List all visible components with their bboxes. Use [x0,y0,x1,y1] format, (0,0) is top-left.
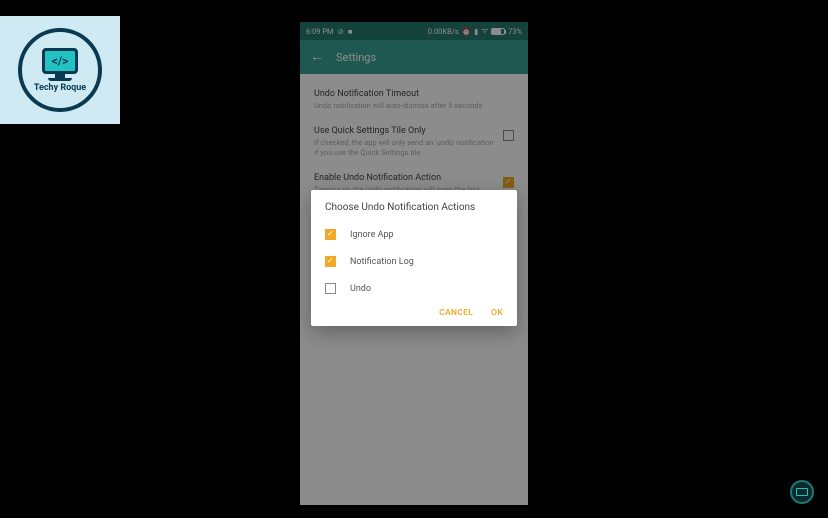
dialog-title: Choose Undo Notification Actions [311,202,517,221]
monitor-icon [796,488,808,496]
checkbox[interactable] [325,256,336,267]
channel-badge-icon [790,480,814,504]
dialog-actions: CANCEL OK [311,302,517,320]
cancel-button[interactable]: CANCEL [439,308,473,318]
option-label: Ignore App [350,230,394,240]
checkbox[interactable] [325,283,336,294]
watermark-name: Techy Roque [34,83,86,93]
watermark-ring: </> Techy Roque [18,28,102,112]
checkbox[interactable] [325,229,336,240]
choose-actions-dialog: Choose Undo Notification Actions Ignore … [311,190,517,326]
option-label: Notification Log [350,257,414,267]
phone-screen: 6:09 PM ⊘ ■ 0.00KB/s ⏰ ▮ ᯤ 73% ← Setting… [300,22,528,505]
option-label: Undo [350,284,371,294]
option-undo[interactable]: Undo [311,275,517,302]
monitor-icon: </> [42,48,78,74]
option-notification-log[interactable]: Notification Log [311,248,517,275]
channel-watermark: </> Techy Roque [0,16,120,124]
option-ignore-app[interactable]: Ignore App [311,221,517,248]
ok-button[interactable]: OK [491,308,503,318]
